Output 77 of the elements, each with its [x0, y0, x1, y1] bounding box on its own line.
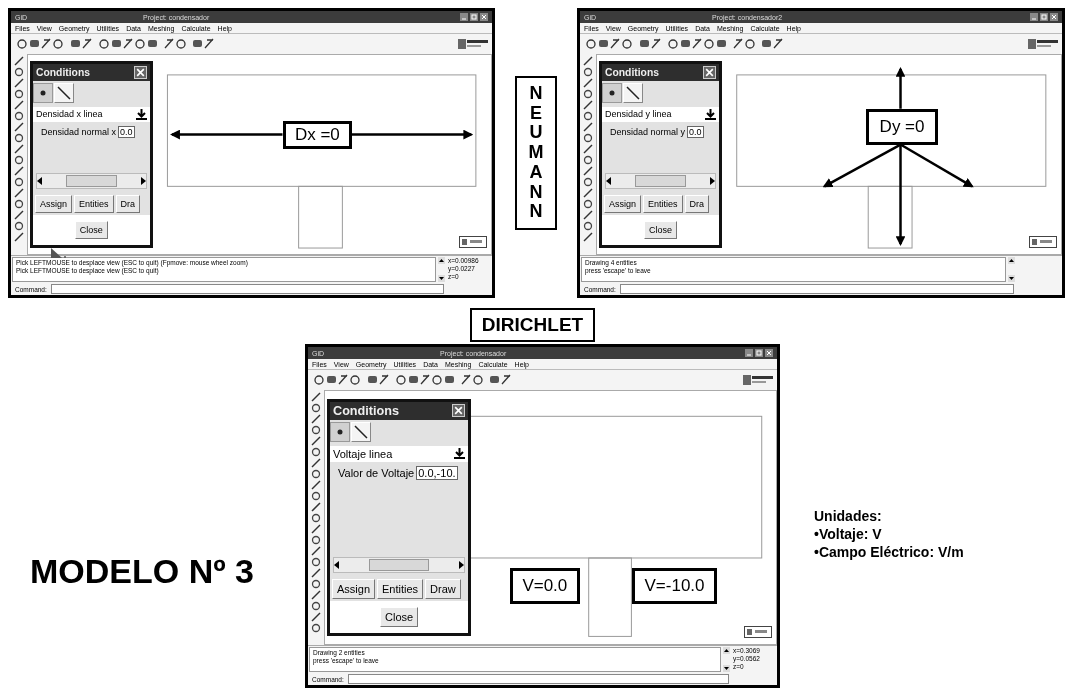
dialog-button[interactable]: Assign — [604, 195, 641, 213]
right-arrow-icon[interactable] — [708, 177, 715, 185]
up-arrow-icon[interactable] — [438, 257, 445, 264]
axes-icon — [744, 626, 772, 638]
annotation-label: V=0.0 — [509, 568, 580, 604]
down-arrow-icon[interactable] — [1008, 275, 1015, 282]
right-arrow-icon[interactable] — [139, 177, 146, 185]
close-button[interactable]: Close — [380, 607, 419, 628]
down-arrow-icon[interactable] — [723, 665, 730, 672]
download-icon — [135, 108, 147, 120]
dialog-button[interactable]: Entities — [74, 195, 114, 213]
point-icon — [337, 428, 343, 435]
down-arrow-icon[interactable] — [438, 275, 445, 282]
command-field[interactable] — [619, 284, 1014, 294]
line-icon — [354, 424, 368, 439]
logo-icon — [1028, 39, 1058, 49]
logo-icon — [458, 39, 488, 49]
scrollbar[interactable] — [605, 173, 716, 189]
left-arrow-icon[interactable] — [606, 177, 612, 185]
download-icon — [454, 448, 466, 460]
arrow — [895, 66, 906, 109]
maximize-icon[interactable] — [470, 13, 478, 21]
dialog-button[interactable]: Dra — [684, 195, 710, 213]
field-label: Densidad normal y — [610, 126, 686, 137]
dialog-title: Conditions — [605, 66, 659, 78]
condition-dropdown[interactable]: Densidad x linea — [33, 106, 150, 122]
dialog-title: Conditions — [333, 403, 399, 418]
left-arrow-icon[interactable] — [37, 177, 43, 185]
axes-icon — [459, 236, 487, 248]
dirichlet-label: DIRICHLET — [469, 308, 596, 342]
close-button[interactable]: Close — [74, 221, 108, 239]
up-arrow-icon[interactable] — [1008, 257, 1015, 264]
condition-dropdown[interactable]: Densidad y linea — [602, 106, 719, 122]
units-note: Unidades: •Voltaje: V •Campo Eléctrico: V/m — [814, 506, 965, 562]
input-field[interactable]: 0.0 — [687, 125, 704, 138]
download-icon — [704, 108, 716, 120]
annotation-label: Dx =0 — [282, 120, 353, 149]
axes-icon — [1029, 236, 1057, 248]
close-icon[interactable] — [133, 65, 147, 79]
point-icon — [40, 89, 46, 96]
close-icon[interactable] — [702, 65, 716, 79]
dialog-button[interactable]: Assign — [35, 195, 72, 213]
up-arrow-icon[interactable] — [723, 647, 730, 654]
dialog-button[interactable]: Draw — [425, 579, 461, 600]
field-label: Valor de Voltaje — [338, 466, 415, 479]
command-field[interactable] — [50, 284, 444, 294]
condition-dropdown[interactable]: Voltaje linea — [330, 445, 469, 462]
maximize-icon[interactable] — [755, 349, 763, 357]
command-field[interactable] — [347, 674, 729, 684]
entity-tab[interactable] — [33, 82, 53, 103]
right-arrow-icon[interactable] — [458, 561, 465, 570]
dialog-button[interactable]: Entities — [643, 195, 683, 213]
line-icon — [626, 85, 640, 100]
annotation-label: Dy =0 — [866, 108, 938, 145]
maximize-icon[interactable] — [1040, 13, 1048, 21]
model-title: MODELO Nº 3 — [30, 551, 254, 591]
neumann-label: NEUMANN — [515, 75, 557, 231]
scrollbar[interactable] — [333, 557, 466, 574]
entity-tab[interactable] — [330, 421, 350, 442]
close-button[interactable]: Close — [643, 221, 677, 239]
dialog-button[interactable]: Dra — [115, 195, 141, 213]
annotation-label: V=-10.0 — [631, 568, 718, 604]
entity-tab[interactable] — [602, 82, 622, 103]
logo-icon — [743, 375, 773, 385]
stem-outline — [298, 185, 343, 249]
scrollbar[interactable] — [36, 173, 147, 189]
field-label: Densidad normal x — [41, 126, 117, 137]
input-field[interactable]: 0.0 — [118, 125, 135, 138]
point-icon — [609, 89, 615, 96]
input-field[interactable]: 0.0,-10. — [416, 465, 458, 480]
dialog-button[interactable]: Assign — [332, 579, 376, 600]
close-icon[interactable] — [452, 404, 466, 418]
line-icon — [57, 85, 71, 100]
dialog-title: Conditions — [36, 66, 90, 78]
stem-outline — [867, 185, 913, 249]
dialog-button[interactable]: Entities — [377, 579, 424, 600]
left-arrow-icon[interactable] — [334, 561, 340, 570]
